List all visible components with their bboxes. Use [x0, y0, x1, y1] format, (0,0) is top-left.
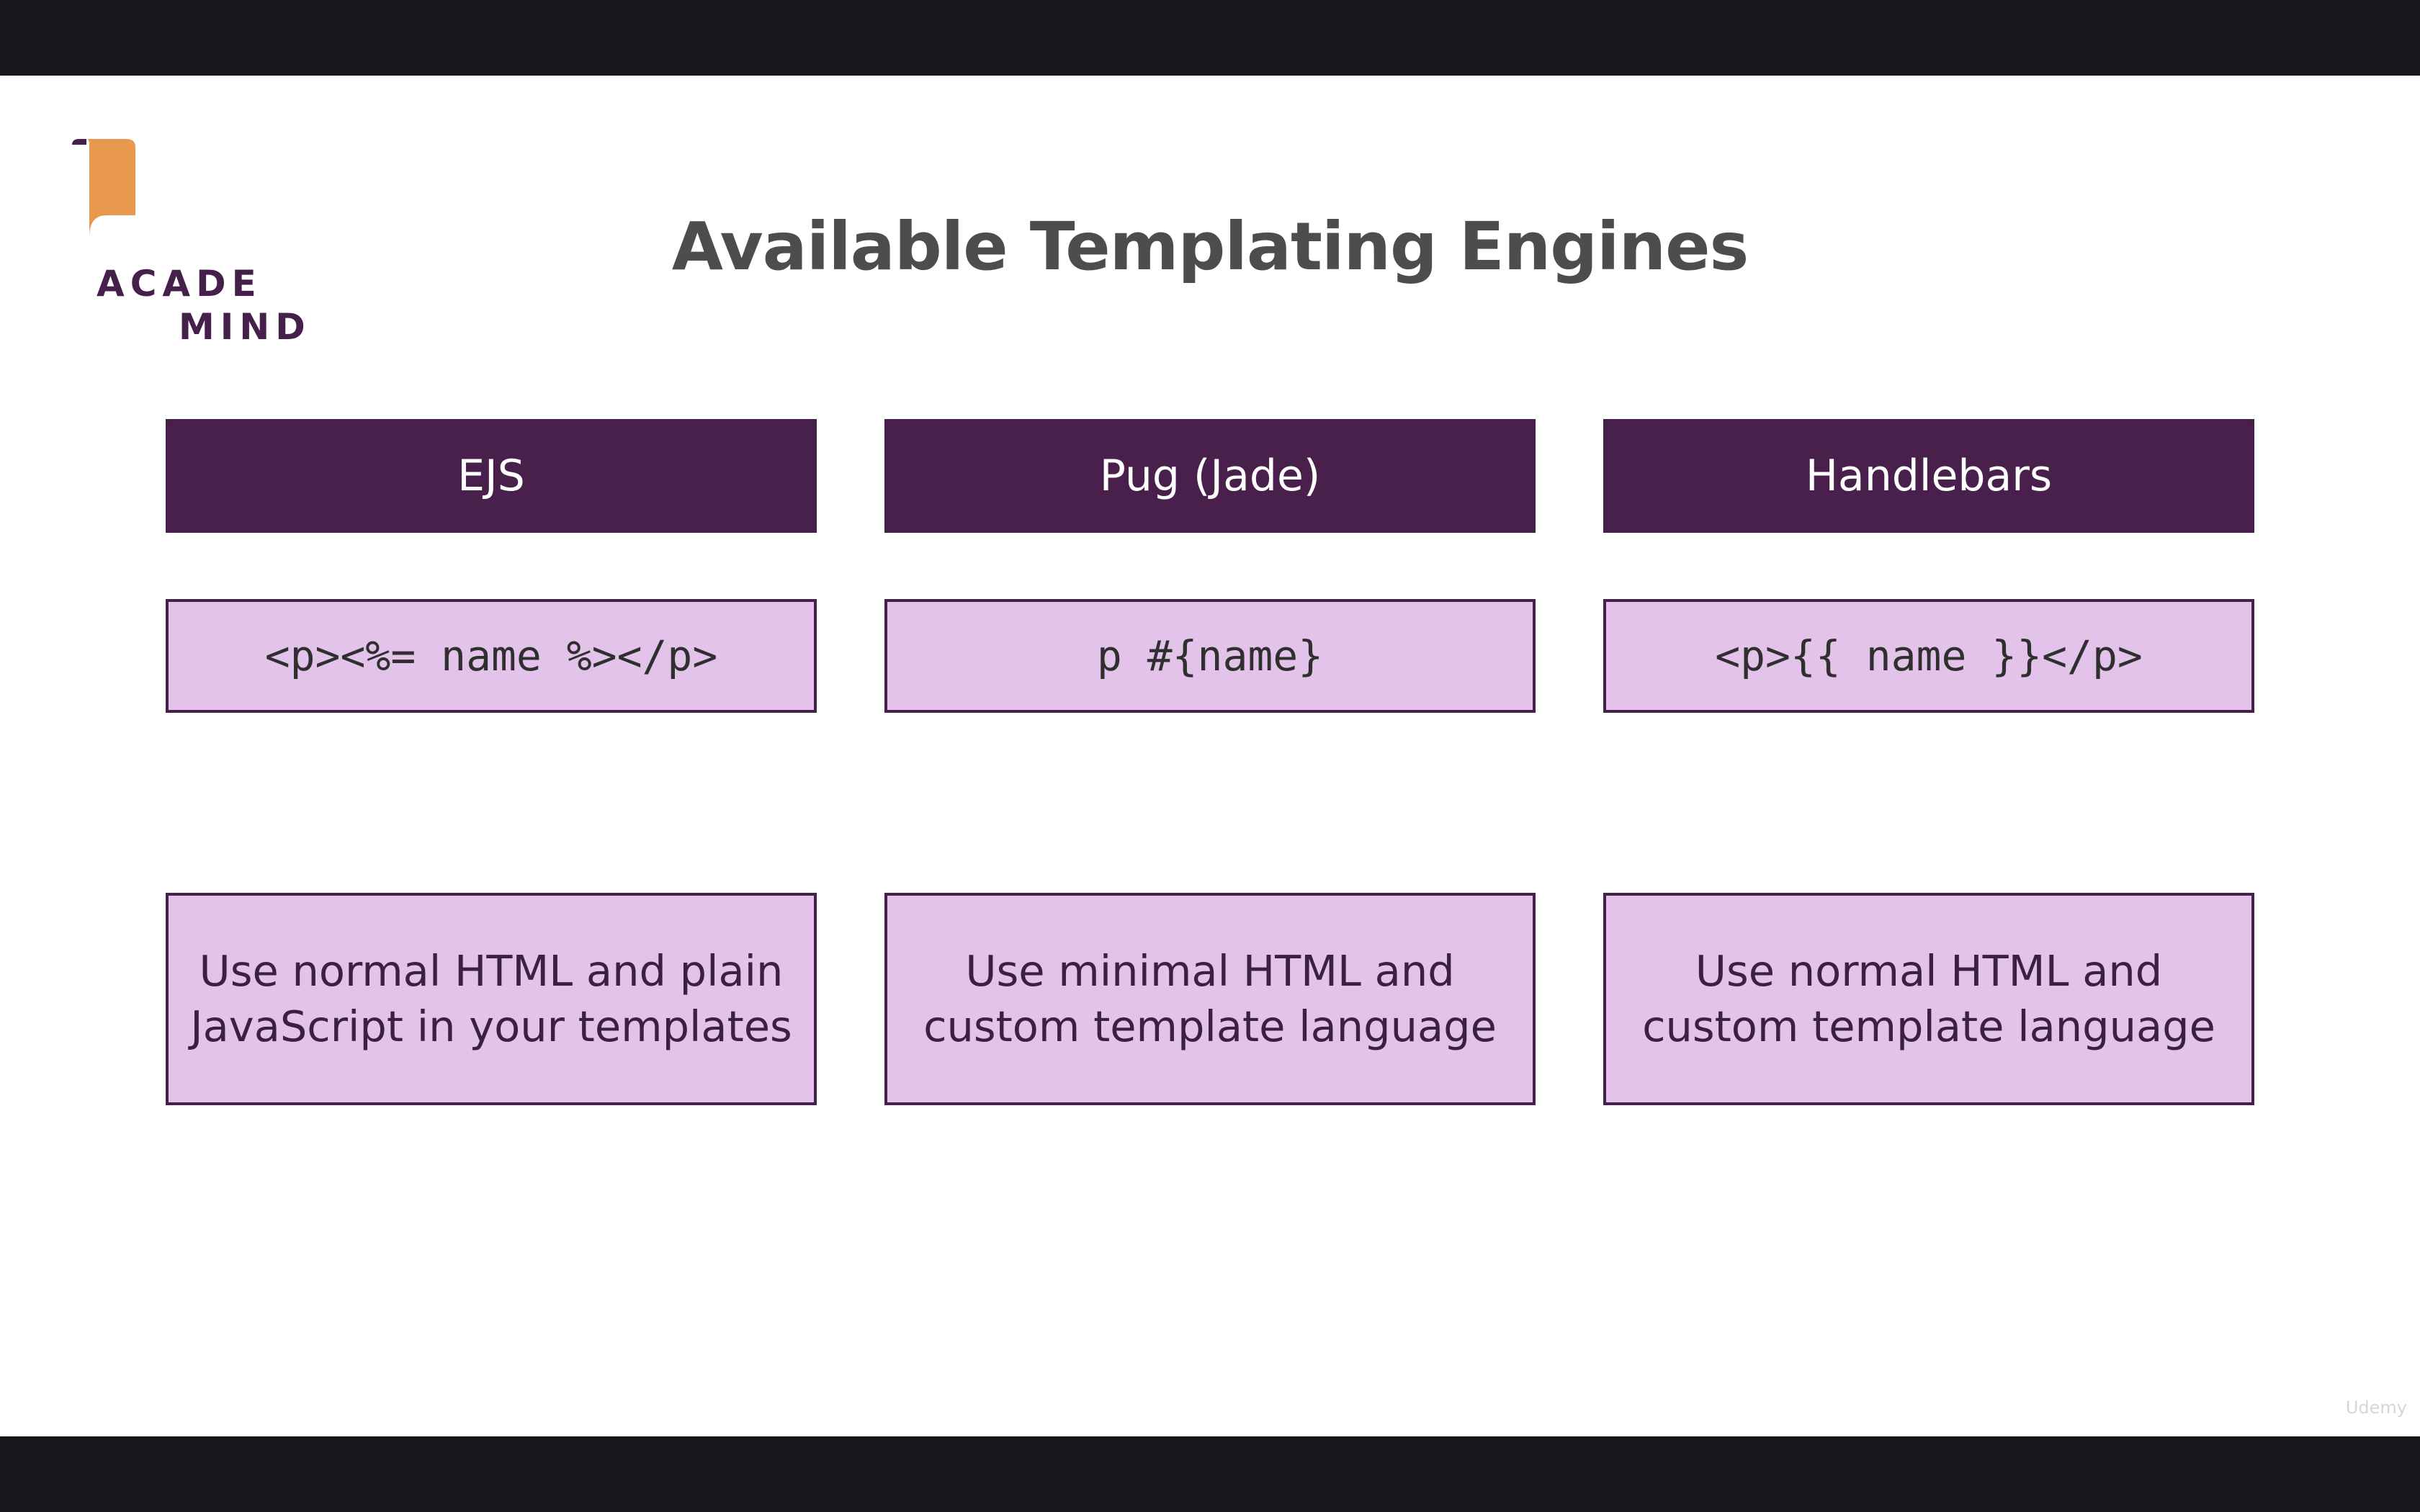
engine-name-box: EJS [166, 419, 817, 533]
engine-description-box: Use minimal HTML and custom template lan… [884, 893, 1536, 1105]
video-player: ACADE MIND Available Templating Engines … [0, 0, 2420, 1512]
udemy-watermark: Udemy [2345, 1398, 2407, 1418]
engine-name-box: Pug (Jade) [884, 419, 1536, 533]
engine-description-box: Use normal HTML and custom template lang… [1603, 893, 2254, 1105]
engine-description-box: Use normal HTML and plain JavaScript in … [166, 893, 817, 1105]
engine-name-box: Handlebars [1603, 419, 2254, 533]
slide-title: Available Templating Engines [671, 208, 1749, 285]
engine-syntax-box: p #{name} [884, 599, 1536, 713]
slide: ACADE MIND Available Templating Engines … [0, 76, 2420, 1436]
engine-syntax-box: <p><%= name %></p> [166, 599, 817, 713]
engine-syntax-box: <p>{{ name }}</p> [1603, 599, 2254, 713]
logo-text-line2: MIND [179, 306, 311, 348]
